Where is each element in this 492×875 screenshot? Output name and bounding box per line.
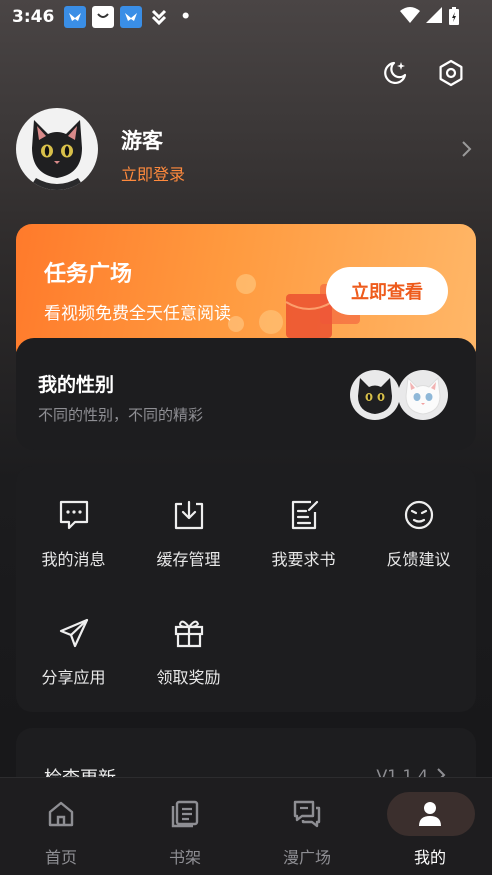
avatar[interactable] [16,108,98,190]
grid-item-request-book[interactable]: 我要求书 [246,466,361,569]
arrows-notification-icon [148,6,170,28]
person-icon [419,802,441,826]
signal-icon [426,7,442,23]
moon-icon[interactable] [380,58,410,88]
male-cat-avatar[interactable] [350,370,400,420]
login-link[interactable]: 立即登录 [121,161,185,185]
bird-notification-icon [64,6,87,28]
edit-document-icon [291,500,319,530]
send-icon [59,618,89,648]
grid-item-label: 我的消息 [41,550,106,569]
tab-home[interactable]: 首页 [11,792,111,867]
grid-item-share[interactable]: 分享应用 [16,584,131,687]
tab-label: 我的 [413,848,446,867]
gender-card[interactable]: 我的性别 不同的性别，不同的精彩 [16,338,476,450]
battery-icon [449,7,459,25]
tab-comic-square[interactable]: 漫广场 [257,792,357,867]
grid-item-label: 领取奖励 [156,668,221,687]
more-dot-icon: • [180,7,192,27]
feedback-face-icon [404,500,434,530]
bird-notification-icon [120,6,143,28]
bag-notification-icon [92,6,115,28]
chat-square-icon [293,800,321,828]
profile-row[interactable]: 游客 立即登录 [16,108,476,190]
header-actions [380,58,466,88]
grid-item-messages[interactable]: 我的消息 [16,466,131,569]
tab-label: 首页 [44,848,77,867]
settings-hex-icon[interactable] [436,58,466,88]
wifi-icon [400,7,420,23]
female-cat-avatar[interactable] [398,370,448,420]
download-box-icon [174,500,204,530]
message-icon [59,500,89,530]
grid-item-label: 我要求书 [271,550,336,569]
status-bar: 3:46 • [0,0,492,34]
gender-title: 我的性别 [38,374,115,396]
grid-item-feedback[interactable]: 反馈建议 [361,466,476,569]
task-subtitle: 看视频免费全天任意阅读 [44,304,231,324]
bottom-tab-bar: 首页 书架 漫广场 我的 [0,777,492,875]
bookshelf-icon [171,800,199,828]
view-now-button[interactable]: 立即查看 [326,267,448,315]
tab-mine[interactable]: 我的 [387,792,492,867]
profile-name: 游客 [121,129,163,153]
grid-item-reward[interactable]: 领取奖励 [131,584,246,687]
grid-item-label: 缓存管理 [156,550,221,569]
feature-grid: 我的消息 缓存管理 我要求书 反馈建议 分享应用 领取奖励 [16,466,476,712]
tab-bookshelf[interactable]: 书架 [135,792,235,867]
tab-label: 书架 [168,848,201,867]
gender-subtitle: 不同的性别，不同的精彩 [38,406,204,424]
gift-icon [174,620,204,648]
grid-item-label: 反馈建议 [386,550,451,569]
grid-item-label: 分享应用 [41,668,106,687]
task-title: 任务广场 [44,262,133,287]
chevron-right-icon [462,141,472,157]
grid-item-cache[interactable]: 缓存管理 [131,466,246,569]
tab-label: 漫广场 [282,848,331,867]
home-icon [48,801,74,827]
status-time: 3:46 [12,7,55,27]
